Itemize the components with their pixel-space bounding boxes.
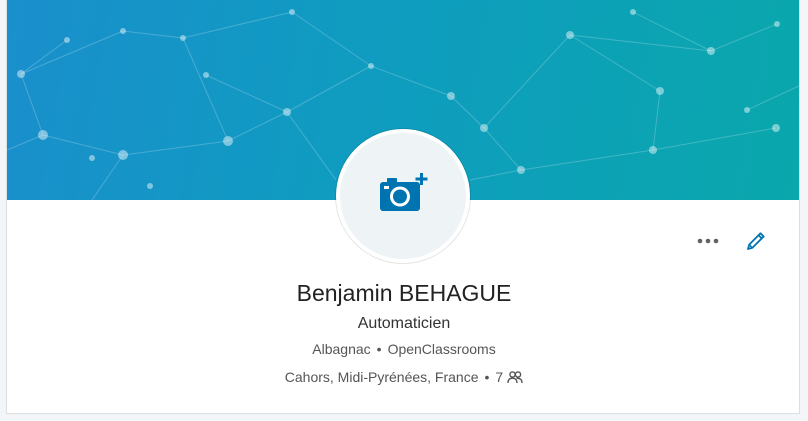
position-education-line: Albagnac • OpenClassrooms [7, 341, 799, 357]
more-actions-button[interactable] [695, 228, 721, 254]
connections-link[interactable]: 7 [495, 369, 523, 385]
profile-actions [695, 228, 769, 254]
add-photo-camera-icon [380, 173, 428, 211]
separator-dot: • [484, 369, 490, 385]
pencil-icon [747, 232, 765, 250]
edit-profile-button[interactable] [743, 228, 769, 254]
profile-location: Cahors, Midi-Pyrénées, France [284, 369, 479, 385]
profile-card: Benjamin BEHAGUE Automaticien Albagnac • O… [6, 0, 800, 414]
connections-count: 7 [495, 369, 504, 385]
profile-headline: Automaticien [357, 315, 451, 332]
more-dots-icon [697, 238, 719, 244]
profile-name: Benjamin BEHAGUE [296, 280, 512, 306]
profile-photo-placeholder[interactable] [336, 129, 470, 263]
education-link[interactable]: OpenClassrooms [388, 341, 496, 357]
separator-dot: • [376, 341, 382, 357]
location-connections-line: Cahors, Midi-Pyrénées, France • 7 [7, 369, 799, 385]
current-position-link[interactable]: Albagnac [312, 341, 370, 357]
people-icon [507, 371, 523, 384]
